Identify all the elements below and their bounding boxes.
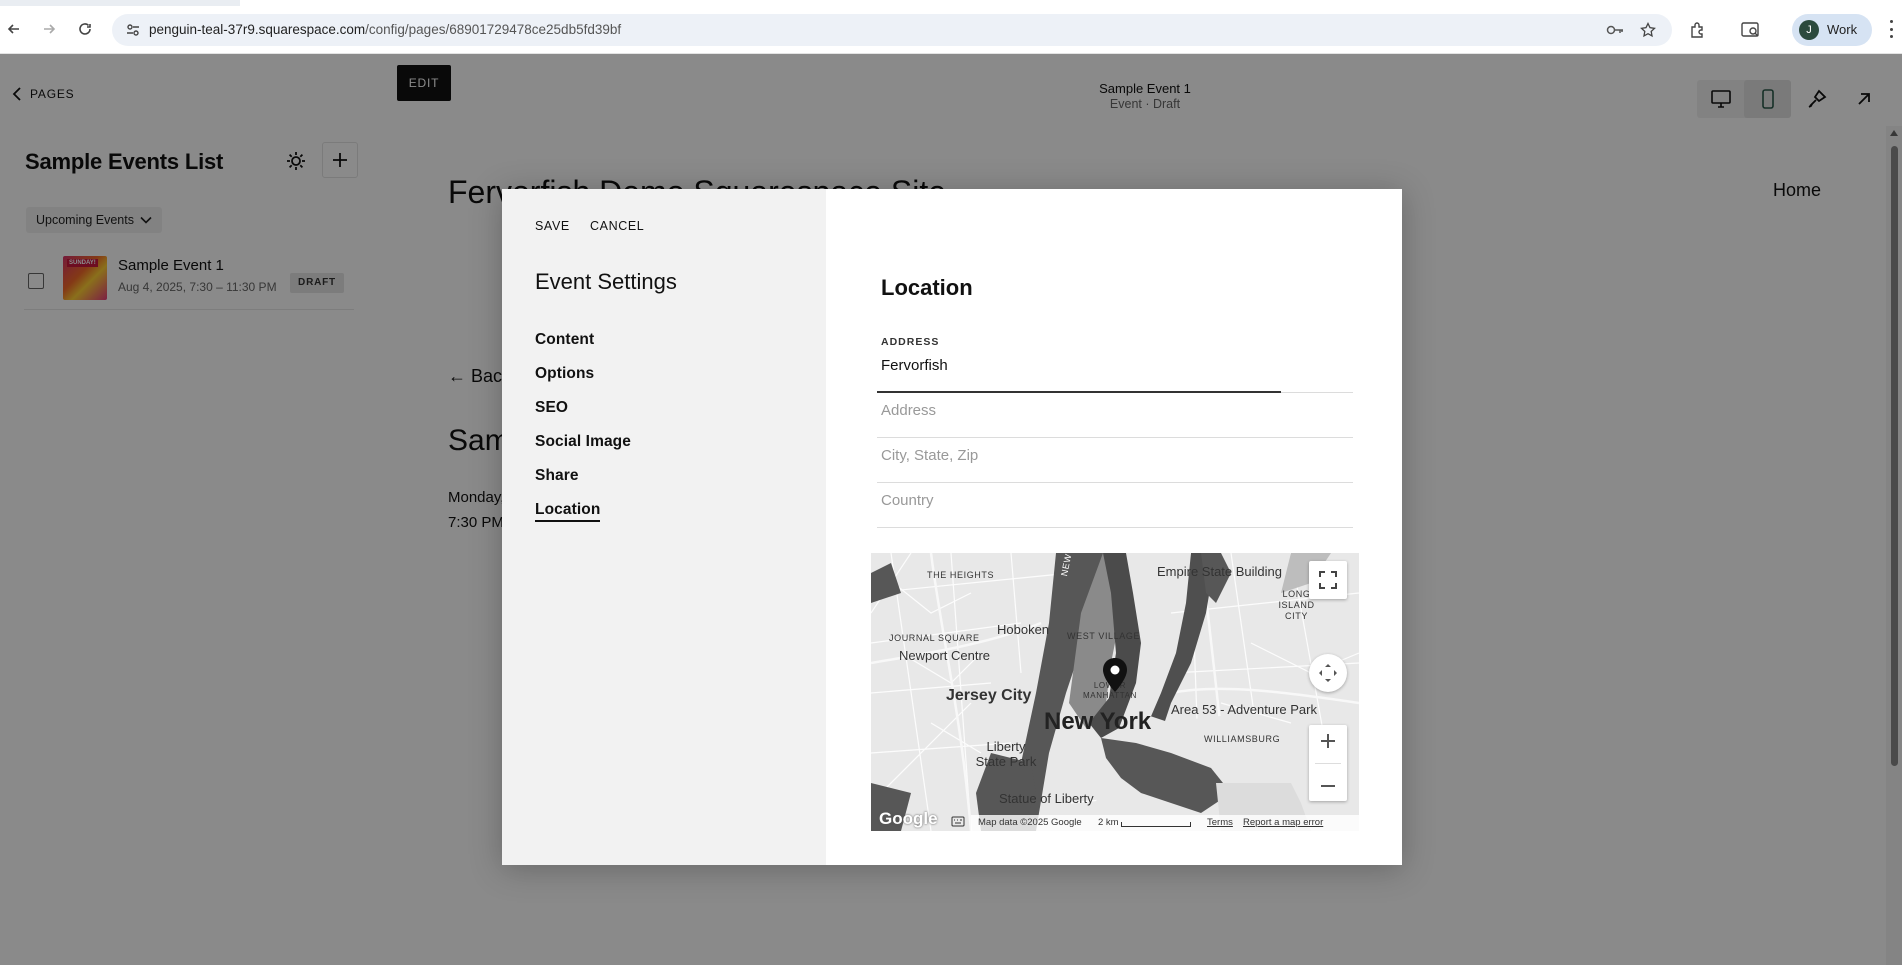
country-input[interactable] [881, 492, 1341, 509]
tab-search-icon[interactable] [1741, 20, 1761, 40]
menu-item-location[interactable]: Location [535, 500, 631, 534]
address-label: ADDRESS [881, 336, 940, 348]
location-name-field [877, 349, 1353, 393]
fullscreen-icon [1319, 571, 1337, 589]
location-map[interactable]: THE HEIGHTS NEW JERSEY Empire State Buil… [871, 553, 1359, 831]
extensions-icon[interactable] [1688, 20, 1708, 40]
country-field [877, 484, 1353, 528]
map-label: Hoboken [997, 622, 1050, 637]
map-label: Area 53 - Adventure Park [1171, 702, 1317, 717]
map-label: WEST VILLAGE [1067, 631, 1141, 641]
menu-item-label: Options [535, 365, 595, 382]
map-label: THE HEIGHTS [927, 570, 995, 580]
menu-item-social-image[interactable]: Social Image [535, 432, 631, 466]
menu-item-share[interactable]: Share [535, 466, 631, 500]
map-label: Statue of Liberty [999, 791, 1094, 806]
menu-item-options[interactable]: Options [535, 364, 631, 398]
map-label: New York [1044, 708, 1152, 735]
browser-toolbar: penguin-teal-37r9.squarespace.com/config… [0, 0, 1902, 54]
zoom-out-icon[interactable] [1319, 777, 1337, 795]
zoom-in-icon[interactable] [1319, 732, 1337, 750]
menu-item-label: Content [535, 331, 595, 348]
report-map-error-link[interactable]: Report a map error [1243, 817, 1323, 828]
menu-item-label: Social Image [535, 433, 631, 450]
map-attribution-bar: Map data ©2025 Google 2 km Terms Report … [951, 815, 1359, 831]
password-key-icon[interactable] [1606, 21, 1624, 39]
bookmark-star-icon[interactable] [1639, 21, 1657, 39]
reload-icon[interactable] [74, 18, 96, 40]
map-label: Newport Centre [899, 648, 991, 663]
active-tab[interactable] [240, 0, 1902, 6]
map-data-attribution: Map data ©2025 Google [978, 817, 1082, 828]
site-info-icon[interactable] [124, 21, 142, 39]
settings-menu: Content Options SEO Social Image Share L… [535, 330, 631, 534]
google-logo[interactable]: Google [879, 809, 938, 829]
tab-strip [0, 0, 1902, 6]
profile-name: Work [1827, 22, 1858, 37]
city-state-zip-input[interactable] [881, 447, 1341, 464]
section-title: Location [881, 275, 973, 300]
map-scale-bar [1121, 822, 1191, 827]
forward-arrow-icon[interactable] [38, 18, 60, 40]
zoom-controls [1309, 725, 1347, 801]
menu-item-label: Share [535, 467, 579, 484]
url-text: penguin-teal-37r9.squarespace.com/config… [149, 22, 621, 37]
map-label: JOURNAL SQUARE [889, 633, 980, 643]
save-button[interactable]: SAVE [535, 219, 570, 233]
menu-item-content[interactable]: Content [535, 330, 631, 364]
camera-control-button[interactable] [1309, 654, 1347, 692]
map-label: Jersey City [946, 687, 1032, 704]
settings-nav-panel: SAVE CANCEL Event Settings Content Optio… [502, 189, 826, 865]
location-panel: Location ADDRESS Fervorfish Address City… [826, 189, 1402, 865]
cancel-button[interactable]: CANCEL [590, 219, 644, 233]
url-host: penguin-teal-37r9.squarespace.com [149, 22, 366, 37]
dialog-title: Event Settings [535, 269, 677, 294]
profile-avatar: J [1799, 20, 1819, 40]
address-bar[interactable]: penguin-teal-37r9.squarespace.com/config… [112, 14, 1672, 46]
map-label: Liberty State Park [975, 739, 1037, 769]
map-label: WILLIAMSBURG [1204, 734, 1281, 744]
pan-arrows-icon [1319, 664, 1337, 682]
url-path: /config/pages/68901729478ce25db5fd39bf [365, 22, 622, 37]
city-state-zip-field [877, 439, 1353, 483]
focus-underline [877, 391, 1281, 393]
keyboard-shortcuts-icon[interactable] [951, 816, 965, 830]
event-settings-dialog: SAVE CANCEL Event Settings Content Optio… [502, 189, 1402, 865]
location-pin-icon [1101, 657, 1129, 698]
menu-item-label: SEO [535, 399, 569, 416]
map-label: Empire State Building [1157, 564, 1283, 579]
address-input[interactable] [881, 402, 1341, 419]
location-name-input[interactable] [881, 357, 1341, 374]
profile-button[interactable]: J Work [1792, 14, 1872, 46]
menu-item-label: Location [535, 501, 601, 522]
back-arrow-icon[interactable] [3, 18, 25, 40]
address-field [877, 394, 1353, 438]
menu-item-seo[interactable]: SEO [535, 398, 631, 432]
browser-menu-icon[interactable] [1888, 20, 1894, 38]
map-scale-label[interactable]: 2 km [1098, 817, 1119, 828]
map-terms-link[interactable]: Terms [1207, 817, 1233, 828]
fullscreen-button[interactable] [1309, 561, 1347, 599]
